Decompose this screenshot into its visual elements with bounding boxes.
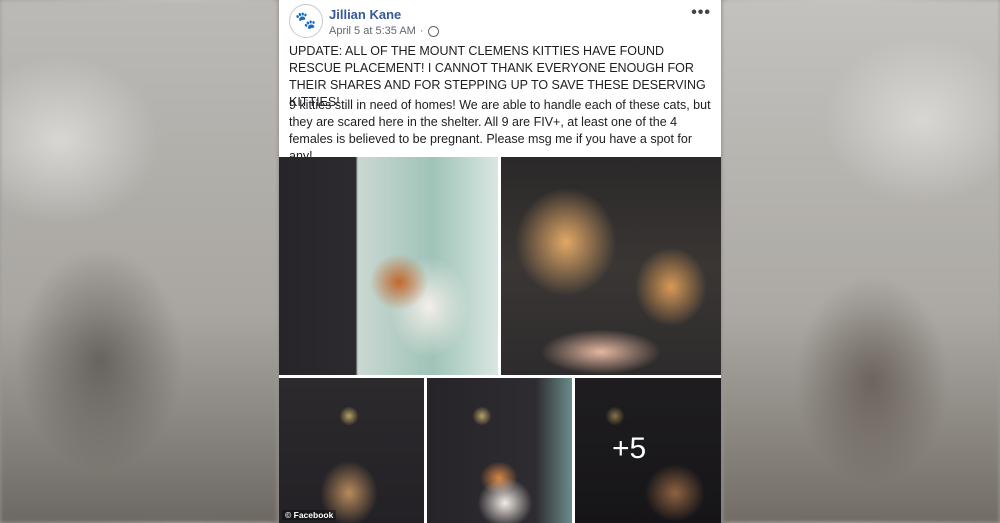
post-timestamp[interactable]: April 5 at 5:35 AM (329, 25, 416, 37)
background-blur-right (722, 0, 1000, 523)
post-meta: April 5 at 5:35 AM · (329, 25, 439, 37)
profile-avatar[interactable]: 🐾 (289, 4, 323, 38)
cat-photo-more[interactable] (575, 378, 721, 523)
post-text-appeal: 9 kitties still in need of homes! We are… (289, 98, 711, 163)
facebook-post-card: 🐾 Jillian Kane April 5 at 5:35 AM · ••• … (279, 0, 721, 523)
cat-photo-orange[interactable] (501, 157, 721, 375)
globe-icon (427, 25, 439, 37)
more-photos-count[interactable]: +5 (612, 432, 646, 466)
author-name[interactable]: Jillian Kane (329, 7, 401, 22)
cat-photo-orange-white[interactable] (427, 378, 572, 523)
background-blur-left (0, 0, 278, 523)
facebook-credit: © Facebook (282, 510, 337, 520)
more-options-icon[interactable]: ••• (691, 4, 711, 22)
cat-photo-tabby[interactable] (279, 378, 424, 523)
paw-print-icon: 🐾 (295, 11, 317, 30)
cat-photo-calico[interactable] (279, 157, 498, 375)
more-photos-overlay (575, 378, 721, 523)
post-header: 🐾 Jillian Kane April 5 at 5:35 AM · ••• (289, 4, 713, 38)
